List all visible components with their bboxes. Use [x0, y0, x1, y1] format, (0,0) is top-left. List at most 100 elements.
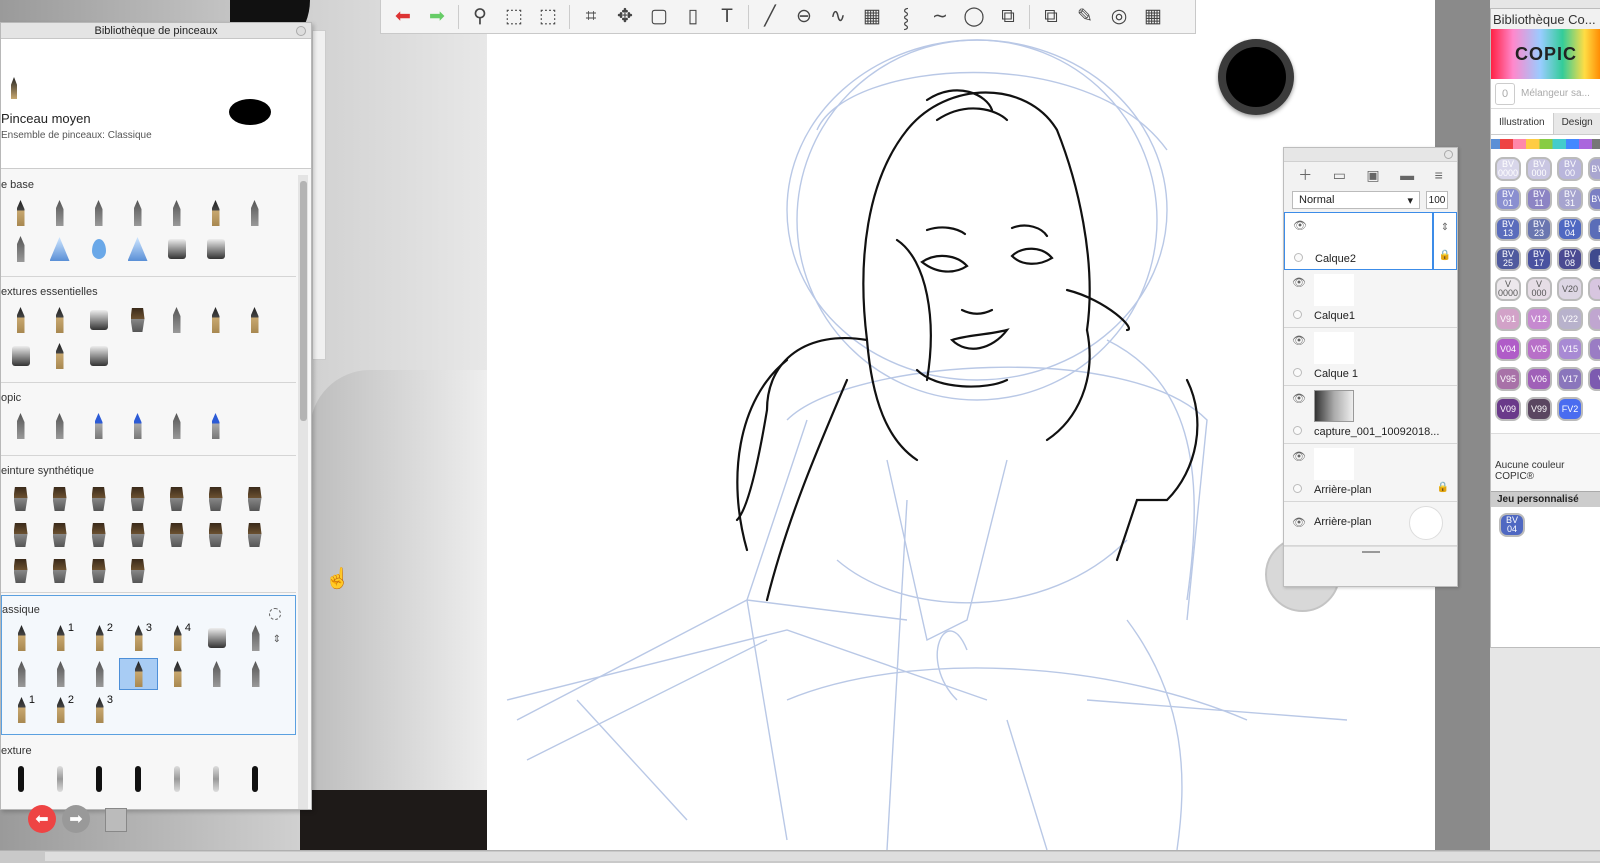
- brush-icon[interactable]: [40, 340, 79, 372]
- copic-swatch[interactable]: BV 23: [1526, 217, 1552, 241]
- french-curve-icon[interactable]: ∿: [822, 2, 854, 32]
- brush-icon[interactable]: [157, 483, 196, 515]
- brush-icon[interactable]: 4: [158, 622, 197, 654]
- blender-swatch[interactable]: 0: [1495, 82, 1515, 105]
- copic-swatch[interactable]: V17: [1557, 367, 1583, 391]
- brush-icon[interactable]: [235, 304, 274, 336]
- copic-color-family-strip[interactable]: [1491, 139, 1600, 149]
- brush-icon[interactable]: [40, 519, 79, 551]
- reorder-arrows-icon[interactable]: ⇕: [1441, 222, 1449, 233]
- triangle-brush-icon[interactable]: [40, 233, 79, 265]
- background-color-swatch[interactable]: [1409, 506, 1443, 540]
- lasso-icon[interactable]: [269, 608, 281, 620]
- copic-swatch[interactable]: BV 2: [1588, 157, 1600, 181]
- brushes-icon[interactable]: ✎: [1069, 2, 1101, 32]
- brush-icon[interactable]: [196, 483, 235, 515]
- triangle-brush-icon[interactable]: [118, 233, 157, 265]
- eraser-brush-icon[interactable]: [157, 233, 196, 265]
- drop-brush-icon[interactable]: [79, 233, 118, 265]
- brush-icon[interactable]: [40, 304, 79, 336]
- brush-icon[interactable]: [79, 304, 118, 336]
- copic-swatch[interactable]: BV 00: [1557, 157, 1583, 181]
- copic-swatch[interactable]: V09: [1495, 397, 1521, 421]
- distort-icon[interactable]: ▢: [643, 2, 675, 32]
- copic-swatch[interactable]: V12: [1526, 307, 1552, 331]
- ellipse-guide-icon[interactable]: ⊖: [788, 2, 820, 32]
- copic-swatch[interactable]: BV 000: [1526, 157, 1552, 181]
- copic-swatch[interactable]: V 0000: [1495, 277, 1521, 301]
- brush-icon[interactable]: [196, 519, 235, 551]
- layers-icon[interactable]: ⧉: [1035, 2, 1067, 32]
- brush-icon[interactable]: [196, 304, 235, 336]
- brush-icon[interactable]: [79, 519, 118, 551]
- brush-icon[interactable]: 3: [80, 694, 119, 726]
- color-wheel-icon[interactable]: ◎: [1103, 2, 1135, 32]
- copic-swatch[interactable]: BV 04: [1557, 217, 1583, 241]
- brush-icon[interactable]: [118, 763, 157, 795]
- brush-icon[interactable]: [158, 658, 197, 690]
- brush-icon[interactable]: [80, 658, 119, 690]
- layer-radio[interactable]: [1294, 253, 1303, 262]
- copic-swatch[interactable]: V95: [1495, 367, 1521, 391]
- copic-swatch[interactable]: V: [1588, 337, 1600, 361]
- eraser-brush-icon[interactable]: [197, 622, 236, 654]
- brush-icon[interactable]: 2: [80, 622, 119, 654]
- brush-icon[interactable]: [1, 555, 40, 587]
- copic-swatch[interactable]: BV 31: [1557, 187, 1583, 211]
- pages-icon[interactable]: [105, 808, 127, 832]
- brush-icon[interactable]: [79, 555, 118, 587]
- brush-icon[interactable]: [40, 197, 79, 229]
- brush-icon[interactable]: [40, 410, 79, 442]
- brush-icon[interactable]: [1, 233, 40, 265]
- delete-layer-icon[interactable]: ▬: [1400, 167, 1414, 183]
- layer-radio[interactable]: [1293, 310, 1302, 319]
- brush-icon[interactable]: [118, 483, 157, 515]
- brush-icon[interactable]: [118, 555, 157, 587]
- selected-brush-icon[interactable]: [119, 658, 158, 690]
- copic-swatch[interactable]: V: [1588, 277, 1600, 301]
- brush-icon[interactable]: [79, 340, 118, 372]
- eraser-brush-icon[interactable]: [196, 233, 235, 265]
- close-icon[interactable]: [296, 26, 306, 36]
- brush-icon[interactable]: [235, 197, 274, 229]
- lock-icon[interactable]: 🔒: [1439, 250, 1451, 261]
- layers-panel-resize[interactable]: [1284, 546, 1457, 556]
- copic-swatch[interactable]: BV 25: [1495, 247, 1521, 271]
- eye-icon[interactable]: 👁: [1292, 276, 1306, 289]
- brush-icon[interactable]: [79, 410, 118, 442]
- brush-puck-color-icon[interactable]: [1226, 47, 1286, 107]
- folder-icon[interactable]: ▭: [1333, 167, 1346, 184]
- brush-icon[interactable]: [1, 519, 40, 551]
- copic-swatch[interactable]: V: [1588, 307, 1600, 331]
- brush-icon[interactable]: [1, 197, 40, 229]
- undo-arrow-icon[interactable]: ⬅: [387, 2, 419, 32]
- close-icon[interactable]: [1444, 150, 1453, 159]
- eye-icon[interactable]: 👁: [1292, 392, 1306, 405]
- copic-swatch[interactable]: V22: [1557, 307, 1583, 331]
- brush-icon[interactable]: [79, 763, 118, 795]
- lock-icon[interactable]: 🔒: [1437, 482, 1449, 493]
- eye-icon[interactable]: 👁: [1292, 516, 1306, 529]
- eye-icon[interactable]: 👁: [1293, 219, 1307, 232]
- image-layer-icon[interactable]: ▣: [1366, 167, 1379, 184]
- copic-swatch[interactable]: V20: [1557, 277, 1583, 301]
- brush-icon[interactable]: [118, 410, 157, 442]
- marquee-select-icon[interactable]: ⬚: [498, 2, 530, 32]
- brush-icon[interactable]: [1, 410, 40, 442]
- perspective-icon[interactable]: ▦: [856, 2, 888, 32]
- brush-icon[interactable]: [236, 622, 275, 654]
- copic-swatch[interactable]: V 000: [1526, 277, 1552, 301]
- copic-swatch[interactable]: FV2: [1557, 397, 1583, 421]
- copic-swatch[interactable]: V05: [1526, 337, 1552, 361]
- copic-swatch[interactable]: V06: [1526, 367, 1552, 391]
- copic-swatch[interactable]: BV 01: [1495, 187, 1521, 211]
- eye-icon[interactable]: 👁: [1292, 450, 1306, 463]
- menu-icon[interactable]: ≡: [1435, 167, 1443, 183]
- layer-row[interactable]: 👁 Calque1: [1284, 270, 1457, 328]
- copic-swatch[interactable]: V: [1588, 367, 1600, 391]
- layer-row[interactable]: 👁 Calque 1: [1284, 328, 1457, 386]
- crop-icon[interactable]: ⌗: [575, 2, 607, 32]
- background-layer-row[interactable]: 👁 Arrière-plan: [1284, 502, 1457, 546]
- tab-illustration[interactable]: Illustration: [1491, 113, 1554, 134]
- brush-icon[interactable]: [1, 304, 40, 336]
